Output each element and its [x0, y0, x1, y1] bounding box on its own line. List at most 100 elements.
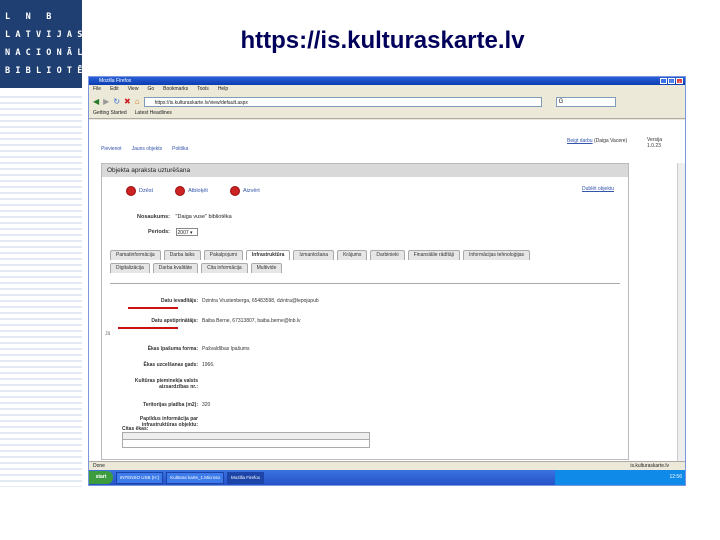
tab-it[interactable]: Informācijas tehnoloģijas — [462, 250, 530, 260]
tab-row-2: Digitalizācija Darba kvalitāte Cita info… — [110, 263, 283, 273]
menu-file[interactable]: File — [93, 85, 101, 94]
task-firefox[interactable]: Mozilla Firefox — [227, 471, 265, 484]
back-arrow-icon[interactable]: ◀ — [93, 97, 99, 106]
field-monument-nr: Kultūras pieminekļa valsts aizsardzības … — [112, 378, 202, 390]
tab-basic-info[interactable]: Pamatinformācija — [110, 250, 161, 260]
reload-icon[interactable]: ↻ — [113, 97, 120, 106]
menu-help[interactable]: Help — [218, 85, 228, 94]
url-text: https://is.kulturaskarte.lv/view/default… — [154, 99, 248, 106]
table-header — [123, 433, 369, 440]
field-label: Ēkas īpašuma forma: — [147, 346, 198, 352]
field-value: Dzintra Vrustenberga, 65483598, dzintra@… — [202, 298, 319, 304]
tab-collection[interactable]: Krājums — [337, 250, 368, 260]
menu-bar: File Edit View Go Bookmarks Tools Help — [89, 85, 685, 94]
task-word-doc[interactable]: Kultūras karte_1.Microso — [166, 471, 225, 484]
window-titlebar: Mozilla Firefox _ □ × — [89, 77, 685, 85]
tab-work-quality[interactable]: Darba kvalitāte — [152, 263, 199, 273]
forward-arrow-icon[interactable]: ▶ — [103, 97, 109, 106]
panel-title: Objekta apraksta uzturēšana — [102, 164, 628, 177]
home-icon[interactable]: ⌂ — [135, 97, 140, 106]
logo-line-1: L N B — [5, 12, 57, 22]
maximize-button[interactable]: □ — [668, 78, 675, 84]
minimize-button[interactable]: _ — [660, 78, 667, 84]
page-content: Pievienot Jauns objekts Politika Beigt d… — [89, 120, 685, 485]
tab-working-hours[interactable]: Darba laiks — [163, 250, 201, 260]
delete-icon — [126, 186, 136, 196]
menu-edit[interactable]: Edit — [110, 85, 119, 94]
window-title: Mozilla Firefox — [99, 78, 132, 84]
tab-divider — [110, 283, 620, 284]
tab-multimedia[interactable]: Multivide — [250, 263, 283, 273]
field-ownership: Ēkas īpašuma forma: Pašvaldības īpašums — [112, 346, 250, 352]
field-data-approver: Datu apstiprinātājs: Baiba Berne, 673138… — [112, 318, 300, 324]
page-scrollbar[interactable] — [677, 163, 685, 485]
nav-link-policy[interactable]: Politika — [172, 146, 188, 152]
unlock-label: Atbloķēt — [188, 188, 208, 194]
menu-view[interactable]: View — [128, 85, 139, 94]
url-input[interactable]: https://is.kulturaskarte.lv/view/default… — [143, 96, 542, 107]
top-nav-links: Pievienot Jauns objekts Politika — [101, 146, 188, 152]
red-underline-1 — [128, 307, 178, 309]
close-label: Aizvērt — [242, 188, 260, 194]
system-tray: 12:56 — [555, 470, 685, 485]
user-info: Beigt darbu (Daiga Vacere) — [567, 138, 627, 144]
tab-financials[interactable]: Finansiālie rādītāji — [407, 250, 460, 260]
stop-icon[interactable]: ✖ — [124, 97, 131, 106]
bookmark-latest-headlines[interactable]: Latest Headlines — [135, 109, 172, 118]
name-label: Nosaukums: — [136, 214, 170, 220]
logo-line-4: BIBLIOTĒKA — [5, 66, 109, 76]
field-built-year: Ēkas uzcelšanas gads: 1966. — [112, 362, 215, 368]
duplicate-object-link[interactable]: Dublēt objektu — [582, 186, 614, 192]
task-usb[interactable]: INTENSO USB (H:) — [116, 471, 164, 484]
version-info: Versija 1.0.23 — [647, 137, 677, 149]
tab-other-info[interactable]: Cita informācija — [201, 263, 248, 273]
close-window-button[interactable]: × — [676, 78, 683, 84]
name-row: Nosaukums: "Daiga vuse" bibliotēka — [102, 214, 232, 220]
tab-services[interactable]: Pakalpojumi — [203, 250, 243, 260]
menu-go[interactable]: Go — [147, 85, 154, 94]
bookmark-getting-started[interactable]: Getting Started — [93, 109, 127, 118]
logout-link[interactable]: Beigt darbu — [567, 138, 593, 144]
close-button[interactable]: Aizvērt — [229, 186, 260, 196]
menu-bookmarks[interactable]: Bookmarks — [163, 85, 188, 94]
period-value: 2007 — [177, 230, 189, 236]
menu-tools[interactable]: Tools — [197, 85, 209, 94]
slide-sidebar: L N B LATVIJAS NACIONĀLĀ BIBLIOTĒKA — [0, 0, 103, 540]
field-value: Pašvaldības īpašums — [202, 346, 250, 352]
tab-digitization[interactable]: Digitalizācija — [110, 263, 150, 273]
period-select[interactable]: 2007 ▾ — [175, 228, 198, 236]
field-data-entry: Datu ievadītājs: Dzintra Vrustenberga, 6… — [112, 298, 319, 304]
field-value: 320 — [202, 402, 211, 408]
navigation-toolbar: ◀ ▶ ↻ ✖ ⌂ https://is.kulturaskarte.lv/vi… — [89, 94, 685, 109]
windows-taskbar: start INTENSO USB (H:) Kultūras karte_1.… — [89, 470, 685, 485]
browser-window: Mozilla Firefox _ □ × File Edit View Go … — [88, 76, 686, 486]
close-icon — [229, 186, 240, 196]
user-name: (Daiga Vacere) — [593, 138, 628, 144]
delete-button[interactable]: Dzēst — [126, 186, 153, 196]
search-input[interactable]: G — [555, 96, 616, 107]
version-value: 1.0.23 — [647, 143, 661, 149]
period-row: Periods: 2007 ▾ — [102, 228, 198, 236]
tab-row-1: Pamatinformācija Darba laiks Pakalpojumi… — [110, 250, 530, 260]
red-underline-2 — [118, 327, 178, 329]
status-text: Done — [93, 463, 105, 469]
field-value: 1966. — [202, 362, 215, 368]
field-area: Teritorijas platība (m2): 320 — [112, 402, 210, 408]
tab-staff[interactable]: Darbinieki — [370, 250, 405, 260]
name-value: "Daiga vuse" bibliotēka — [175, 214, 232, 220]
delete-label: Dzēst — [139, 188, 154, 194]
unlock-icon — [175, 186, 186, 196]
tray-clock: 12:56 — [669, 474, 682, 480]
start-button[interactable]: start — [89, 471, 113, 484]
field-label: Kultūras pieminekļa valsts aizsardzības … — [134, 378, 198, 390]
search-engine-text: G — [558, 98, 564, 105]
nav-link-new-object[interactable]: Jauns objekts — [132, 146, 163, 152]
other-buildings-table — [122, 432, 370, 448]
nav-link-add[interactable]: Pievienot — [101, 146, 122, 152]
field-label: Teritorijas platība (m2): — [143, 402, 198, 408]
tab-usage[interactable]: Izmantošana — [293, 250, 335, 260]
unlock-button[interactable]: Atbloķēt — [175, 186, 208, 196]
tab-infrastructure[interactable]: Infrastruktūra — [245, 250, 291, 260]
action-bar: Dzēst Atbloķēt Aizvērt — [126, 186, 260, 196]
field-label: Ēkas uzcelšanas gads: — [143, 362, 198, 368]
